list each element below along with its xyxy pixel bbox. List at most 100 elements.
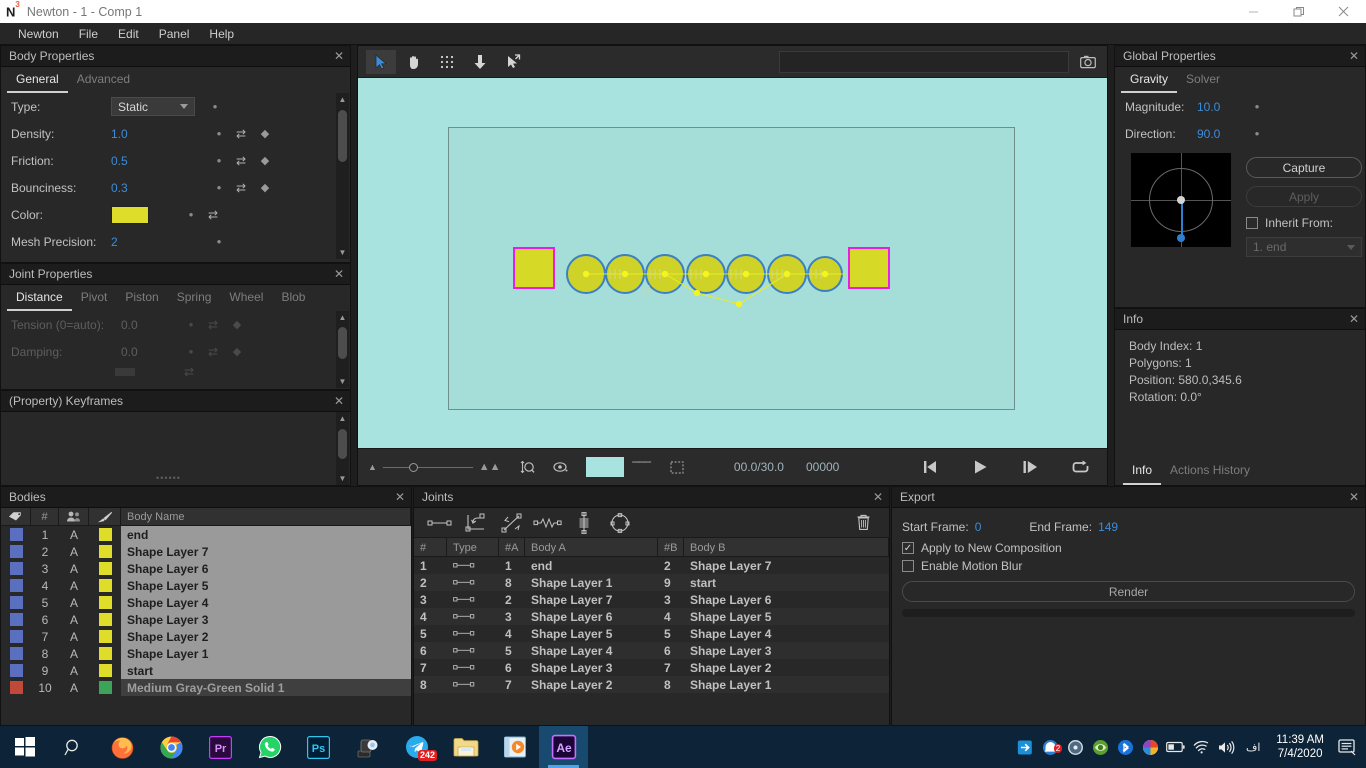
table-row[interactable]: 8 7 Shape Layer 2 8 Shape Layer 1 xyxy=(414,676,889,693)
close-icon[interactable]: ✕ xyxy=(334,395,344,407)
apply-button[interactable]: Apply xyxy=(1246,186,1362,207)
tab-blob[interactable]: Blob xyxy=(272,287,314,311)
body-name[interactable]: Shape Layer 6 xyxy=(121,560,411,577)
table-row[interactable]: 7 6 Shape Layer 3 7 Shape Layer 2 xyxy=(414,659,889,676)
body-enable-chip[interactable] xyxy=(1,611,31,628)
joint-body-b-name[interactable]: start xyxy=(684,574,889,591)
dynamic-body-5[interactable] xyxy=(726,254,766,294)
bounciness-randomize-icon[interactable]: ⇄ xyxy=(233,181,249,195)
select-arrow-tool[interactable] xyxy=(366,49,396,74)
tab-distance[interactable]: Distance xyxy=(7,287,72,311)
density-value[interactable]: 1.0 xyxy=(111,127,183,141)
column-body-a-num[interactable]: #A xyxy=(499,538,525,557)
close-icon[interactable]: ✕ xyxy=(395,491,405,503)
tension-expression-dot[interactable]: • xyxy=(185,318,197,331)
table-row[interactable]: 7 A Shape Layer 2 xyxy=(1,628,411,645)
ground-line-icon[interactable]: ▔▔▔ xyxy=(632,462,651,473)
body-enable-chip[interactable] xyxy=(1,628,31,645)
friction-randomize-icon[interactable]: ⇄ xyxy=(233,154,249,168)
joint-body-b-name[interactable]: Shape Layer 4 xyxy=(684,625,889,642)
zoom-in-icon[interactable]: ▲▲ xyxy=(479,461,501,473)
distance-joint-tool[interactable] xyxy=(422,510,458,536)
joint-body-b-name[interactable]: Shape Layer 1 xyxy=(684,676,889,693)
damping-keyframe-icon[interactable]: ◆ xyxy=(229,345,245,358)
media-player-button[interactable] xyxy=(490,726,539,768)
direction-expression-dot[interactable]: • xyxy=(1251,127,1263,140)
background-color-swatch[interactable] xyxy=(586,457,625,477)
body-anim-flag[interactable]: A xyxy=(59,628,89,645)
grid-tool[interactable] xyxy=(432,50,462,74)
body-enable-chip[interactable] xyxy=(1,577,31,594)
dynamic-body-2[interactable] xyxy=(605,254,645,294)
tab-piston[interactable]: Piston xyxy=(116,287,167,311)
light-button[interactable] xyxy=(343,726,392,768)
render-button[interactable]: Render xyxy=(902,581,1355,602)
tension-keyframe-icon[interactable]: ◆ xyxy=(229,318,245,331)
tension-randomize-icon[interactable]: ⇄ xyxy=(205,318,221,332)
start-frame-value[interactable]: 0 xyxy=(975,520,982,534)
body-color-swatch[interactable] xyxy=(89,628,121,645)
apply-new-composition-checkbox[interactable]: ✓ xyxy=(902,542,914,554)
close-icon[interactable]: ✕ xyxy=(334,268,344,280)
body-color-swatch[interactable] xyxy=(89,543,121,560)
whatsapp-button[interactable] xyxy=(245,726,294,768)
mesh-precision-value[interactable]: 2 xyxy=(111,235,183,249)
blob-joint-tool[interactable] xyxy=(602,510,638,536)
body-anim-flag[interactable]: A xyxy=(59,526,89,543)
column-joint-number[interactable]: # xyxy=(414,538,447,557)
tray-battery-icon[interactable] xyxy=(1163,741,1188,753)
tray-share-icon[interactable] xyxy=(1013,739,1038,756)
body-name[interactable]: Shape Layer 3 xyxy=(121,611,411,628)
tray-language-icon[interactable]: اف xyxy=(1238,741,1268,754)
joint-body-a-name[interactable]: Shape Layer 1 xyxy=(525,574,658,591)
tab-wheel[interactable]: Wheel xyxy=(220,287,272,311)
table-row[interactable]: 1 Aend xyxy=(1,526,411,543)
tab-advanced[interactable]: Advanced xyxy=(68,69,139,93)
type-expression-dot[interactable]: • xyxy=(209,100,221,113)
body-color-swatch[interactable] xyxy=(89,594,121,611)
table-row[interactable]: 8 A Shape Layer 1 xyxy=(1,645,411,662)
body-color-swatch[interactable] xyxy=(89,662,121,679)
table-row[interactable]: 4 3 Shape Layer 6 4 Shape Layer 5 xyxy=(414,608,889,625)
menu-item-help[interactable]: Help xyxy=(199,25,244,43)
mesh-precision-expression-dot[interactable]: • xyxy=(213,235,225,248)
tag-icon[interactable] xyxy=(1,507,31,526)
body-enable-chip[interactable] xyxy=(1,645,31,662)
spring-joint-tool[interactable] xyxy=(530,510,566,536)
taskbar-clock[interactable]: 11:39 AM 7/4/2020 xyxy=(1268,733,1332,761)
body-anim-flag[interactable]: A xyxy=(59,560,89,577)
body-enable-chip[interactable] xyxy=(1,543,31,560)
chrome-button[interactable] xyxy=(147,726,196,768)
after-effects-button[interactable]: Ae xyxy=(539,726,588,768)
tab-solver[interactable]: Solver xyxy=(1177,69,1229,93)
menu-item-file[interactable]: File xyxy=(69,25,108,43)
bounciness-expression-dot[interactable]: • xyxy=(213,181,225,194)
start-button[interactable] xyxy=(0,726,49,768)
selection-box-icon[interactable] xyxy=(660,460,694,474)
inherit-from-checkbox[interactable] xyxy=(1246,217,1258,229)
scroll-thumb[interactable] xyxy=(338,110,347,162)
scroll-thumb[interactable] xyxy=(338,429,347,459)
delete-joint-button[interactable] xyxy=(845,510,881,536)
go-to-start-button[interactable] xyxy=(913,459,947,475)
scroll-down-icon[interactable]: ▼ xyxy=(336,375,349,388)
color-randomize-icon[interactable]: ⇄ xyxy=(205,208,221,222)
scroll-down-icon[interactable]: ▼ xyxy=(336,472,349,485)
column-body-a[interactable]: Body A xyxy=(525,538,658,557)
body-anim-flag[interactable]: A xyxy=(59,543,89,560)
partial-swatch[interactable] xyxy=(115,368,135,376)
body-anim-flag[interactable]: A xyxy=(59,577,89,594)
body-enable-chip[interactable] xyxy=(1,679,31,696)
table-row[interactable]: 4 A Shape Layer 5 xyxy=(1,577,411,594)
capture-button[interactable]: Capture xyxy=(1246,157,1362,178)
bounciness-keyframe-icon[interactable]: ◆ xyxy=(257,181,273,194)
bounciness-value[interactable]: 0.3 xyxy=(111,181,183,195)
step-forward-button[interactable] xyxy=(1013,459,1047,475)
damping-expression-dot[interactable]: • xyxy=(185,345,197,358)
body-name[interactable]: end xyxy=(121,526,411,543)
density-keyframe-icon[interactable]: ◆ xyxy=(257,127,273,140)
joint-body-a-name[interactable]: Shape Layer 7 xyxy=(525,591,658,608)
joint-body-a-name[interactable]: end xyxy=(525,557,658,574)
damping-randomize-icon[interactable]: ⇄ xyxy=(205,345,221,359)
file-explorer-button[interactable] xyxy=(441,726,490,768)
